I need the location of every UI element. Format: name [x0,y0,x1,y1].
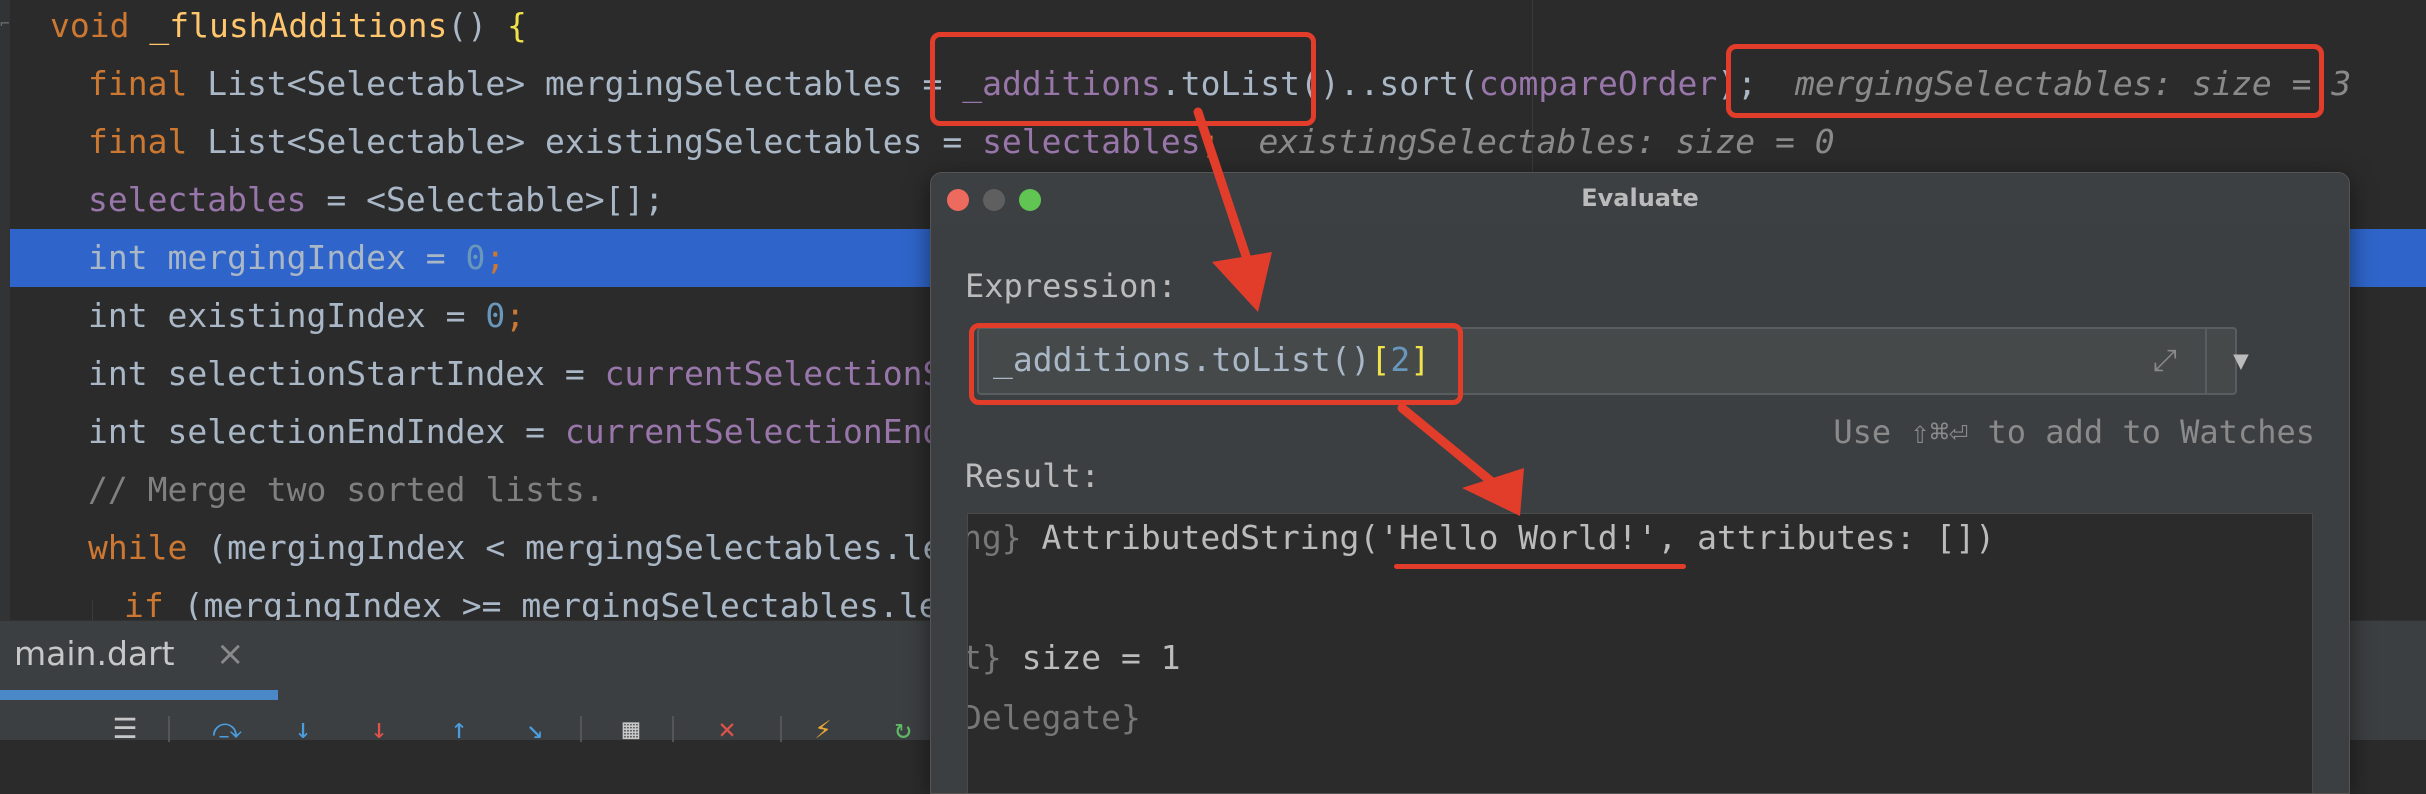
code-token: List<Selectable> mergingSelectables = [207,64,963,103]
code-token: { [506,6,527,45]
toolbar-separator [672,716,674,742]
inline-value-hint: existingSelectables: size = 0 [1258,122,1835,161]
lightning-icon[interactable]: ⚡ [808,715,838,743]
dialog-title-bar: Evaluate [931,173,2349,223]
code-token: ; [485,238,506,277]
code-token: () [447,6,507,45]
code-token: 0 [465,238,486,277]
code-token: (mergingIndex < mergingSelectables.ler [207,528,963,567]
step-out-icon[interactable]: ↑ [444,715,474,743]
code-token: currentSelectionEndI [564,412,963,451]
code-token: = <Selectable>[]; [306,180,665,219]
restart-icon[interactable]: ↻ [888,715,918,743]
run-to-cursor-icon[interactable]: ↘ [520,715,550,743]
annotation-box-size-hint [1726,44,2324,118]
code-token: 0 [485,296,506,335]
code-token: // Merge two sorted lists. [88,470,605,509]
step-over-icon[interactable]: ⤼ [212,715,242,743]
tab-label: main.dart [14,634,175,673]
mute-breakpoints-icon[interactable]: ✕ [712,715,742,743]
code-token: currentSelectionSt [604,354,963,393]
dialog-title: Evaluate [1581,184,1699,212]
tab-main-dart[interactable]: main.dart × [0,621,278,697]
code-token: selectables [88,180,307,219]
result-row[interactable]: Delegate} [968,698,1141,737]
toolbar-separator [580,716,582,742]
code-token: selectables [982,122,1201,161]
annotation-underline-result [1394,564,1686,569]
expand-icon[interactable]: ⤢ [2147,343,2183,379]
code-token: int existingIndex = [88,296,486,335]
code-token: final [88,64,208,103]
add-to-watches-hint: Use ⇧⌘⏎ to add to Watches [1833,413,2315,451]
step-into-icon[interactable]: ↓ [288,715,318,743]
annotation-box-expression [969,323,1463,405]
force-step-into-icon[interactable]: ↓ [364,715,394,743]
annotation-box-additions [930,32,1316,126]
code-token: if [124,586,184,620]
code-token: ; [1200,122,1221,161]
code-token: (mergingIndex >= mergingSelectables.ler [183,586,959,620]
evaluate-icon[interactable]: ▦ [616,715,646,743]
evaluate-dialog: Evaluate Expression: _additions.toList()… [930,172,2350,794]
toolbar-separator [168,716,170,742]
code-token: final [88,122,208,161]
list-icon[interactable]: ☰ [110,715,140,743]
code-token: List<Selectable> existingSelectables = [207,122,983,161]
result-row[interactable]: ng} AttributedString('Hello World!', att… [968,518,1995,557]
close-icon[interactable]: × [216,621,245,687]
toolbar-separator [780,716,782,742]
code-token: void [50,6,150,45]
result-row[interactable]: t} size = 1 [968,638,1181,677]
code-token: ; [505,296,526,335]
result-label: Result: [965,457,1100,495]
code-token: _flushAdditions [149,6,448,45]
code-token: while [88,528,208,567]
code-token: int mergingIndex = [88,238,466,277]
code-token: int selectionStartIndex = [88,354,605,393]
expression-label: Expression: [965,267,1177,305]
active-tab-indicator [0,690,278,700]
expression-divider [2205,329,2207,393]
chevron-down-icon[interactable]: ▼ [2211,329,2271,393]
code-token: compareOrder [1478,64,1718,103]
code-token: int selectionEndIndex = [88,412,565,451]
result-tree[interactable]: ng} AttributedString('Hello World!', att… [967,513,2313,793]
